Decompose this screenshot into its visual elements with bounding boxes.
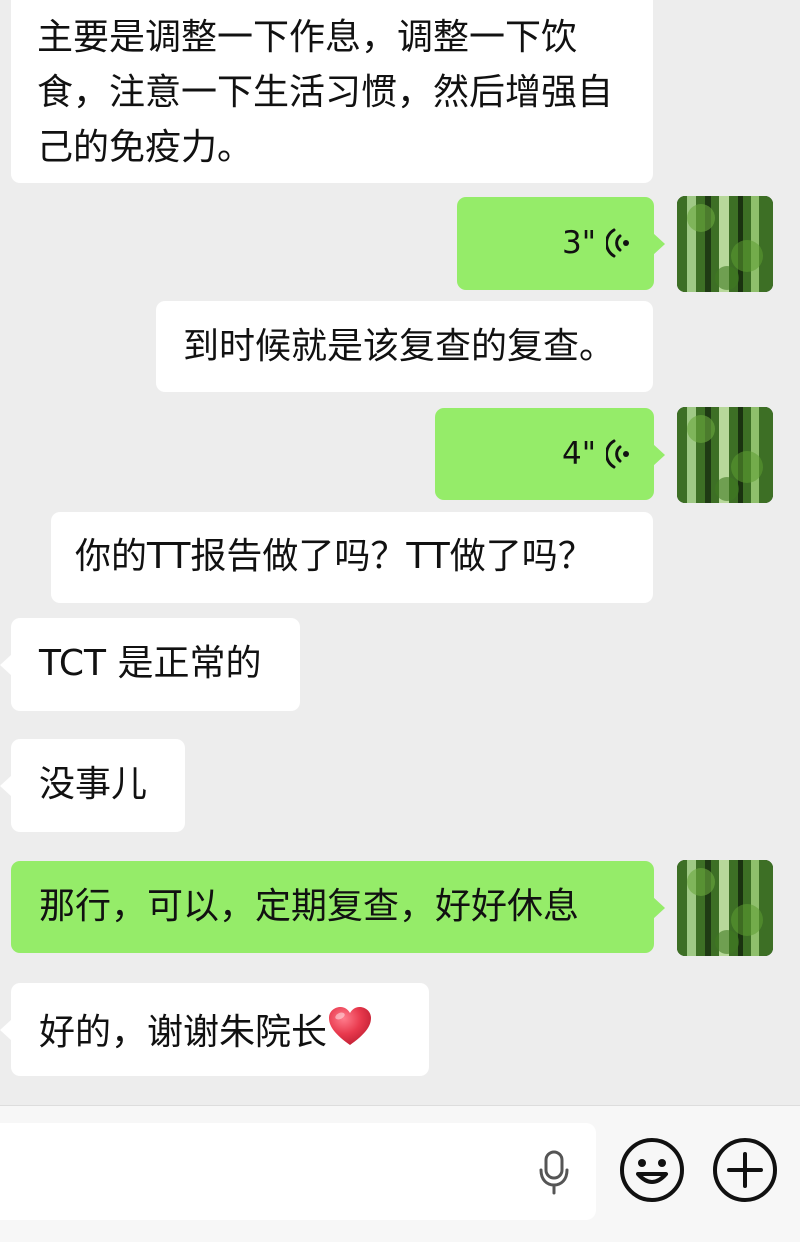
message-text-row: 好的，谢谢朱院长	[39, 1007, 411, 1058]
avatar[interactable]	[677, 860, 773, 956]
avatar[interactable]	[677, 407, 773, 503]
message-bubble-incoming[interactable]: 没事儿	[0, 739, 185, 832]
message-text: 你的TT报告做了吗？TT做了吗？	[75, 536, 594, 577]
plus-icon[interactable]	[711, 1136, 779, 1204]
message-text: 主要是调整一下作息，调整一下饮食，注意一下生活习惯，然后增强自己的免疫力。	[37, 17, 614, 168]
chat-message-list[interactable]: 主要是调整一下作息，调整一下饮食，注意一下生活习惯，然后增强自己的免疫力。 3"	[0, 0, 800, 1105]
message-text: 好的，谢谢朱院长	[39, 1011, 328, 1053]
message-bubble-outgoing[interactable]: 那行，可以，定期复查，好好休息	[11, 861, 665, 953]
voice-message-bubble[interactable]: 4"	[435, 408, 665, 500]
message-text: 那行，可以，定期复查，好好休息	[39, 886, 580, 927]
message-text: 没事儿	[39, 764, 148, 805]
message-bubble-incoming[interactable]: 好的，谢谢朱院长	[0, 983, 429, 1076]
message-input[interactable]	[0, 1123, 596, 1220]
message-bubble-incoming[interactable]: TCT 是正常的	[0, 618, 300, 711]
voice-wave-icon	[606, 227, 630, 259]
voice-duration: 3"	[562, 225, 596, 261]
message-text: 到时候就是该复查的复查。	[183, 326, 616, 367]
message-text: TCT 是正常的	[39, 643, 262, 684]
message-bubble-incoming[interactable]: 主要是调整一下作息，调整一下饮食，注意一下生活习惯，然后增强自己的免疫力。	[11, 0, 653, 183]
microphone-icon[interactable]	[538, 1150, 570, 1196]
avatar[interactable]	[677, 196, 773, 292]
message-bubble-incoming[interactable]: 到时候就是该复查的复查。	[156, 301, 653, 392]
voice-message-bubble[interactable]: 3"	[457, 197, 665, 290]
voice-wave-icon	[606, 438, 630, 470]
message-bubble-incoming[interactable]: 你的TT报告做了吗？TT做了吗？	[51, 512, 653, 603]
voice-duration: 4"	[562, 436, 596, 472]
heart-emoji	[328, 1007, 372, 1058]
emoji-face-icon[interactable]	[618, 1136, 686, 1204]
input-bar	[0, 1105, 800, 1242]
